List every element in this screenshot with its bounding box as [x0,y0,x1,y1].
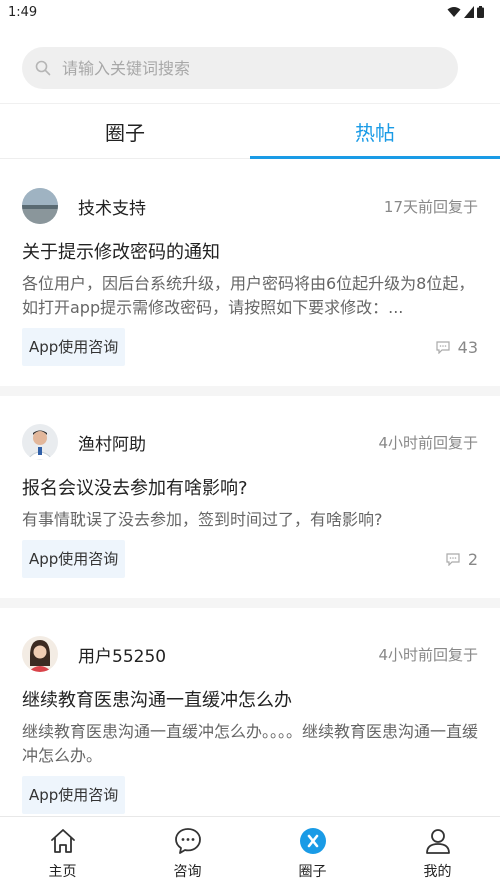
signal-icon [464,6,474,18]
post-time: 4小时前回复于 [378,433,478,452]
wifi-icon [447,7,461,17]
post-title[interactable]: 关于提示修改密码的通知 [22,240,478,266]
search-bar[interactable] [22,47,458,89]
circle-icon [297,825,329,857]
chat-icon [172,825,204,857]
post-author[interactable]: 技术支持 [78,194,384,219]
post-card[interactable]: 技术支持 17天前回复于 关于提示修改密码的通知 各位用户，因后台系统升级，用户… [0,160,500,396]
comment-count-value: 43 [457,337,478,357]
post-tag[interactable]: App使用咨询 [22,540,126,578]
tab-bar: 圈子 热帖 [0,104,500,159]
comment-count[interactable]: 43 [436,338,478,357]
nav-home[interactable]: 主页 [0,817,125,888]
status-bar: 1:49 [0,0,500,24]
battery-icon [477,6,484,18]
post-tag[interactable]: App使用咨询 [22,328,126,366]
nav-label: 主页 [48,863,77,880]
nav-label: 圈子 [298,863,327,880]
search-icon [34,59,52,77]
profile-icon [422,825,454,857]
post-excerpt[interactable]: 有事情耽误了没去参加，签到时间过了，有啥影响? [22,508,478,532]
tab-hot-posts[interactable]: 热帖 [250,104,500,159]
search-input[interactable] [62,58,432,78]
home-icon [47,825,79,857]
post-excerpt[interactable]: 继续教育医患沟通一直缓冲怎么办。。。。继续教育医患沟通一直缓冲怎么办。 [22,720,478,768]
status-icons [447,6,484,18]
post-card[interactable]: 渔村阿助 4小时前回复于 报名会议没去参加有啥影响? 有事情耽误了没去参加，签到… [0,396,500,608]
post-card[interactable]: 用户55250 4小时前回复于 继续教育医患沟通一直缓冲怎么办 继续教育医患沟通… [0,608,500,816]
post-title[interactable]: 报名会议没去参加有啥影响? [22,476,478,502]
comment-icon [436,340,450,354]
status-time: 1:49 [8,4,38,20]
avatar[interactable] [22,188,58,224]
post-author[interactable]: 用户55250 [78,642,378,667]
comment-count-value: 2 [467,549,478,569]
avatar[interactable] [22,636,58,672]
post-tag[interactable]: App使用咨询 [22,776,126,814]
post-excerpt[interactable]: 各位用户，因后台系统升级，用户密码将由6位起升级为8位起，如打开app提示需修改… [22,272,478,320]
post-author[interactable]: 渔村阿助 [78,430,378,455]
comment-count[interactable]: 2 [446,550,478,569]
post-title[interactable]: 继续教育医患沟通一直缓冲怎么办 [22,688,478,714]
nav-consult[interactable]: 咨询 [125,817,250,888]
nav-circles[interactable]: 圈子 [250,817,375,888]
post-time: 17天前回复于 [383,197,478,216]
nav-label: 我的 [423,863,452,880]
nav-profile[interactable]: 我的 [375,817,500,888]
nav-label: 咨询 [173,863,202,880]
post-feed[interactable]: 技术支持 17天前回复于 关于提示修改密码的通知 各位用户，因后台系统升级，用户… [0,160,500,816]
comment-icon [446,552,460,566]
avatar[interactable] [22,424,58,460]
bottom-nav: 主页 咨询 圈子 我的 [0,816,500,888]
tab-circles[interactable]: 圈子 [0,104,250,158]
post-time: 4小时前回复于 [378,645,478,664]
